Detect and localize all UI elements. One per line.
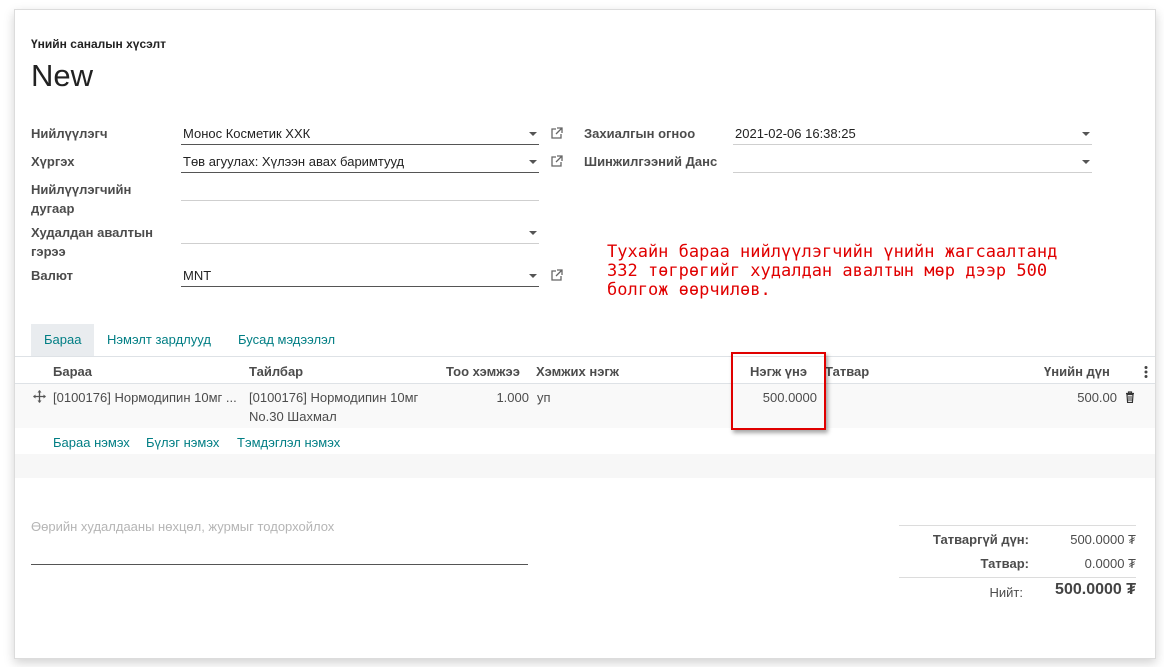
agreement-label-line1: Худалдан авалтын bbox=[31, 225, 153, 240]
tab-other-info[interactable]: Бусад мэдээлэл bbox=[225, 324, 348, 356]
deliver-label: Хүргэх bbox=[31, 154, 75, 169]
add-section-link[interactable]: Бүлэг нэмэх bbox=[146, 435, 219, 450]
chevron-down-icon[interactable] bbox=[529, 160, 537, 164]
analytic-account-field[interactable] bbox=[733, 151, 1092, 173]
breadcrumb[interactable]: Үнийн саналын хүсэлт bbox=[31, 37, 166, 51]
column-quantity[interactable]: Тоо хэмжээ bbox=[446, 364, 520, 379]
page-title: New bbox=[31, 58, 94, 93]
terms-input[interactable]: Өөрийн худалдааны нөхцөл, журмыг тодорхо… bbox=[31, 519, 334, 534]
currency-label: Валют bbox=[31, 268, 74, 283]
deliver-value: Төв агуулах: Хүлээн авах баримтууд bbox=[183, 154, 405, 169]
totals-top-divider bbox=[899, 525, 1136, 526]
column-taxes[interactable]: Татвар bbox=[825, 364, 869, 379]
trash-icon[interactable] bbox=[1125, 391, 1135, 403]
column-uom[interactable]: Хэмжих нэгж bbox=[536, 364, 619, 379]
untaxed-amount-value: 500.0000 ₮ bbox=[1070, 532, 1136, 547]
external-link-icon[interactable] bbox=[550, 127, 563, 140]
currency-value: MNT bbox=[183, 268, 212, 283]
chevron-down-icon[interactable] bbox=[529, 132, 537, 136]
tab-products[interactable]: Бараа bbox=[31, 324, 95, 356]
vendor-value: Монос Косметик ХХК bbox=[183, 126, 311, 141]
order-date-value: 2021-02-06 16:38:25 bbox=[735, 126, 856, 141]
analytic-account-label: Шинжилгээний Данс bbox=[584, 154, 718, 169]
agreement-label: Худалдан авалтын гэрээ bbox=[31, 223, 153, 261]
vendor-reference-label-line1: Нийлүүлэгчийн bbox=[31, 182, 132, 197]
order-date-field[interactable]: 2021-02-06 16:38:25 bbox=[733, 123, 1092, 145]
tax-value: 0.0000 ₮ bbox=[1084, 556, 1136, 571]
column-product[interactable]: Бараа bbox=[53, 364, 92, 379]
row-product[interactable]: [0100176] Нормодипин 10мг ... bbox=[53, 390, 237, 405]
row-quantity[interactable]: 1.000 bbox=[485, 390, 529, 405]
deliver-to-field[interactable]: Төв агуулах: Хүлээн авах баримтууд bbox=[181, 151, 539, 173]
external-link-icon[interactable] bbox=[550, 269, 563, 282]
add-product-link[interactable]: Бараа нэмэх bbox=[53, 435, 130, 450]
annotation-note: Тухайн бараа нийлүүлэгчийн үнийн жагсаал… bbox=[607, 242, 1058, 300]
chevron-down-icon[interactable] bbox=[1082, 160, 1090, 164]
column-subtotal[interactable]: Үнийн дүн bbox=[1044, 364, 1110, 379]
row-uom[interactable]: уп bbox=[537, 390, 551, 405]
agreement-label-line2: гэрээ bbox=[31, 244, 66, 259]
vendor-reference-label-line2: дугаар bbox=[31, 201, 75, 216]
untaxed-amount-label: Татваргүй дүн: bbox=[932, 532, 1029, 547]
vendor-field[interactable]: Монос Косметик ХХК bbox=[181, 123, 539, 145]
agreement-field[interactable] bbox=[181, 222, 539, 244]
tabs-divider bbox=[15, 356, 1155, 357]
form-sheet: Үнийн саналын хүсэлт New Нийлүүлэгч Моно… bbox=[14, 9, 1156, 659]
vendor-reference-field[interactable] bbox=[181, 179, 539, 201]
drag-handle-icon[interactable] bbox=[33, 390, 46, 403]
optional-columns-icon[interactable] bbox=[1143, 365, 1149, 379]
vendor-reference-label: Нийлүүлэгчийн дугаар bbox=[31, 180, 131, 218]
totals-divider bbox=[899, 577, 1136, 578]
currency-field[interactable]: MNT bbox=[181, 265, 539, 287]
chevron-down-icon[interactable] bbox=[529, 231, 537, 235]
total-value: 500.0000 ₮ bbox=[1055, 581, 1136, 598]
order-date-label: Захиалгын огноо bbox=[584, 126, 696, 141]
terms-underline bbox=[31, 564, 528, 565]
column-description[interactable]: Тайлбар bbox=[249, 364, 303, 379]
tab-extra-costs[interactable]: Нэмэлт зардлууд bbox=[94, 324, 224, 356]
external-link-icon[interactable] bbox=[550, 155, 563, 168]
table-footer-stripe bbox=[15, 454, 1155, 478]
add-note-link[interactable]: Тэмдэглэл нэмэх bbox=[237, 435, 340, 450]
tax-label: Татвар: bbox=[980, 556, 1029, 571]
row-description-line1[interactable]: [0100176] Нормодипин 10мг bbox=[249, 390, 418, 405]
chevron-down-icon[interactable] bbox=[529, 274, 537, 278]
unit-price-highlight bbox=[731, 352, 826, 430]
total-label: Нийт: bbox=[989, 585, 1023, 600]
chevron-down-icon[interactable] bbox=[1082, 132, 1090, 136]
row-subtotal: 500.00 bbox=[1077, 390, 1117, 405]
row-description-line2[interactable]: No.30 Шахмал bbox=[249, 409, 337, 424]
vendor-label: Нийлүүлэгч bbox=[31, 126, 108, 141]
